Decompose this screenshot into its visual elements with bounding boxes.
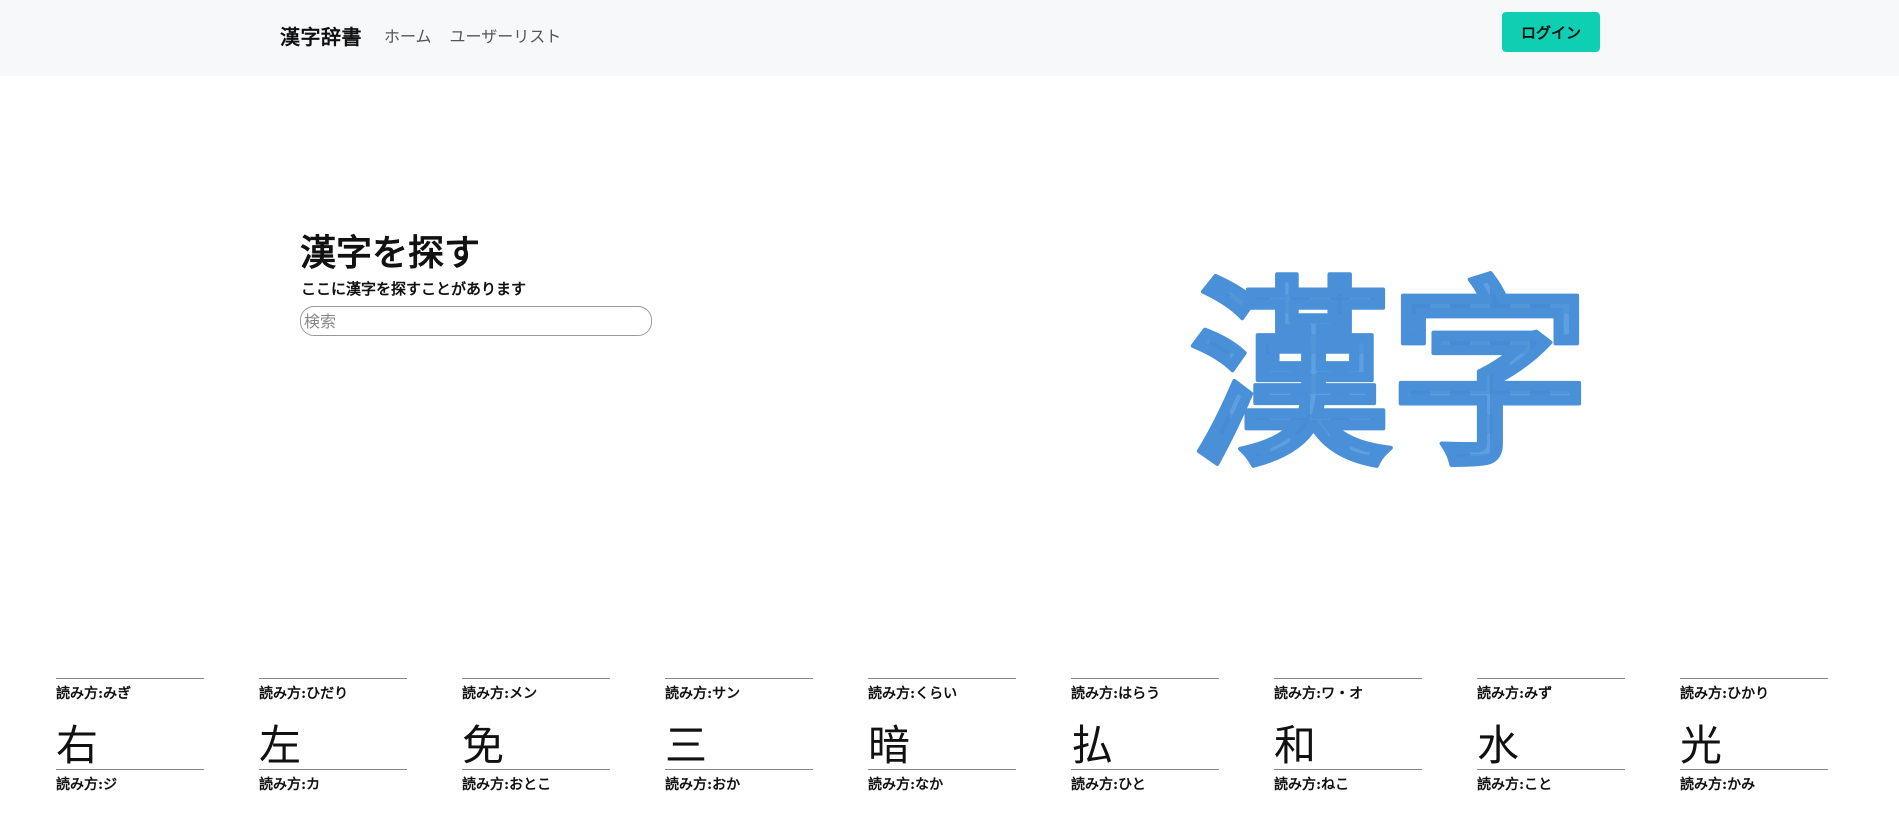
kanji-reading-bottom: 読み方:こと [1477,777,1553,793]
kanji-character[interactable]: 三 [665,725,813,769]
kanji-card[interactable]: 読み方:みず水読み方:こと [1477,678,1625,794]
kanji-reading-top: 読み方:はらう [1071,686,1161,702]
brand-logo[interactable]: 漢字辞書 [280,21,362,50]
kanji-card[interactable]: 読み方:ひだり左読み方:カ [259,678,407,794]
kanji-character[interactable]: 右 [56,725,204,769]
kanji-character[interactable]: 左 [259,725,407,769]
kanji-card[interactable]: 読み方:ワ・オ和読み方:ねこ [1274,678,1422,794]
kanji-reading-top: 読み方:くらい [868,686,958,702]
divider [56,678,204,679]
divider [462,678,610,679]
kanji-reading-top: 読み方:メン [462,686,538,702]
kanji-card[interactable]: 読み方:サン三読み方:おか [665,678,813,794]
kanji-character[interactable]: 水 [1477,725,1625,769]
kanji-logo-image: 漢字 [1190,259,1590,474]
kanji-reading-top: 読み方:ひかり [1680,686,1770,702]
kanji-card[interactable]: 読み方:はらう払読み方:ひと [1071,678,1219,794]
login-button[interactable]: ログイン [1502,12,1600,52]
kanji-card[interactable]: 読み方:くらい暗読み方:なか [868,678,1016,794]
kanji-reading-bottom: 読み方:カ [259,777,321,793]
page-subtitle: ここに漢字を探すことがあります [301,280,527,298]
navbar: 漢字辞書 ホーム ユーザーリスト ログイン [0,0,1899,76]
kanji-reading-bottom: 読み方:なか [868,777,944,793]
kanji-reading-bottom: 読み方:かみ [1680,777,1756,793]
kanji-character[interactable]: 払 [1071,725,1219,769]
kanji-character[interactable]: 光 [1680,725,1828,769]
kanji-reading-top: 読み方:みず [1477,686,1553,702]
kanji-reading-top: 読み方:みぎ [56,686,132,702]
kanji-card[interactable]: 読み方:ひかり光読み方:かみ [1680,678,1828,794]
divider [1274,678,1422,679]
kanji-reading-top: 読み方:ワ・オ [1274,686,1364,702]
kanji-logo-text: 漢字 [1190,261,1590,474]
kanji-card[interactable]: 読み方:メン免読み方:おとこ [462,678,610,794]
divider [1477,678,1625,679]
nav-link-user-list[interactable]: ユーザーリスト [450,23,562,47]
nav-link-home[interactable]: ホーム [384,23,432,47]
kanji-character[interactable]: 和 [1274,725,1422,769]
search-input[interactable] [300,306,652,336]
kanji-reading-bottom: 読み方:おか [665,777,741,793]
kanji-character[interactable]: 暗 [868,725,1016,769]
kanji-reading-bottom: 読み方:おとこ [462,777,552,793]
divider [259,678,407,679]
kanji-character[interactable]: 免 [462,725,610,769]
kanji-reading-bottom: 読み方:ひと [1071,777,1146,793]
page-title: 漢字を探す [300,232,481,274]
divider [1071,678,1219,679]
divider [1680,678,1828,679]
divider [868,678,1016,679]
kanji-reading-top: 読み方:ひだり [259,686,349,702]
divider [665,678,813,679]
nav-links: ホーム ユーザーリスト [384,23,561,47]
kanji-reading-bottom: 読み方:ねこ [1274,777,1350,793]
kanji-reading-bottom: 読み方:ジ [56,777,118,793]
kanji-card[interactable]: 読み方:みぎ右読み方:ジ [56,678,204,794]
kanji-reading-top: 読み方:サン [665,686,741,702]
